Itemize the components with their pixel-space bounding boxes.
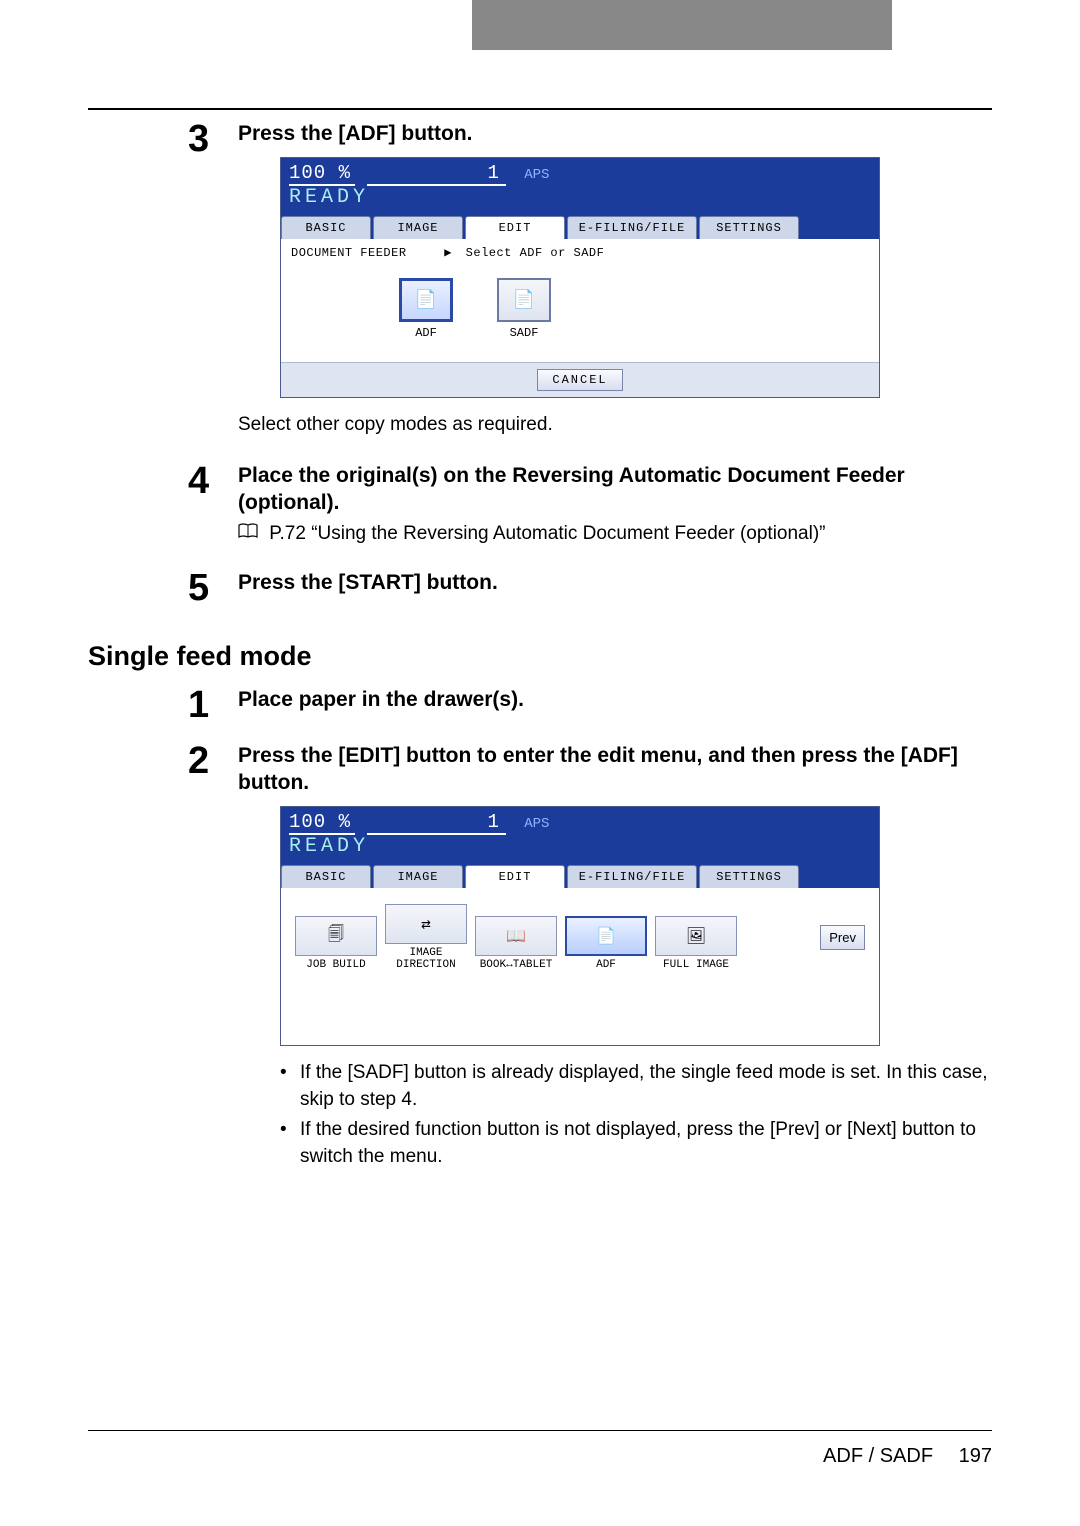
- cancel-bar: CANCEL: [281, 362, 879, 397]
- horizontal-rule: [88, 108, 992, 110]
- panel-status-bar: 100 % 1 APS READY: [281, 807, 879, 864]
- footer-rule: [88, 1430, 992, 1431]
- tab-settings[interactable]: SETTINGS: [699, 865, 799, 888]
- book-tablet-icon: 📖: [475, 916, 557, 956]
- status-text: READY: [289, 835, 871, 858]
- button-label: ADF: [391, 326, 461, 340]
- adf-button[interactable]: 📄 ADF: [565, 916, 647, 971]
- step-title: Place paper in the drawer(s).: [238, 686, 992, 713]
- book-icon: [238, 523, 258, 545]
- lcd-panel-edit: 100 % 1 APS READY BASIC IMAGE EDIT E-FIL…: [280, 806, 880, 1046]
- cancel-button[interactable]: CANCEL: [537, 369, 622, 391]
- image-direction-button[interactable]: ⇄ IMAGE DIRECTION: [385, 904, 467, 971]
- zoom-percent: 100: [289, 811, 326, 833]
- reference-line: P.72 “Using the Reversing Automatic Docu…: [238, 523, 992, 545]
- copy-count: 1: [487, 162, 499, 184]
- panel-status-bar: 100 % 1 APS READY: [281, 158, 879, 215]
- tab-row: BASIC IMAGE EDIT E-FILING/FILE SETTINGS: [281, 215, 879, 239]
- book-tablet-button[interactable]: 📖 BOOK↔TABLET: [475, 916, 557, 971]
- notes-list: If the [SADF] button is already displaye…: [280, 1060, 992, 1170]
- step-4: 4 Place the original(s) on the Reversing…: [88, 462, 992, 545]
- tab-basic[interactable]: BASIC: [281, 865, 371, 888]
- button-label: SADF: [489, 326, 559, 340]
- adf-icon: 📄: [565, 916, 647, 956]
- step-title: Press the [START] button.: [238, 569, 992, 596]
- zoom-percent: 100: [289, 162, 326, 184]
- breadcrumb: DOCUMENT FEEDER: [291, 246, 407, 260]
- step-number: 4: [188, 462, 232, 500]
- lcd-panel-adf: 100 % 1 APS READY BASIC IMAGE EDIT E-FIL…: [280, 157, 880, 398]
- button-label: BOOK↔TABLET: [475, 959, 557, 971]
- step-title: Press the [ADF] button.: [238, 120, 992, 147]
- step-b1: 1 Place paper in the drawer(s).: [88, 686, 992, 724]
- paper-mode: APS: [524, 167, 549, 183]
- tab-efiling[interactable]: E-FILING/FILE: [567, 865, 697, 888]
- panel-body: DOCUMENT FEEDER ▶ Select ADF or SADF 📄 A…: [281, 239, 879, 362]
- step-5: 5 Press the [START] button.: [88, 569, 992, 607]
- page-header: [0, 0, 1080, 50]
- breadcrumb-hint: Select ADF or SADF: [466, 246, 605, 260]
- percent-unit: %: [339, 162, 351, 184]
- step-b2: 2 Press the [EDIT] button to enter the e…: [88, 742, 992, 1175]
- job-build-button[interactable]: 🗐 JOB BUILD: [295, 916, 377, 971]
- footer-section: ADF / SADF: [823, 1445, 933, 1467]
- tab-edit[interactable]: EDIT: [465, 865, 565, 888]
- prev-button[interactable]: Prev: [820, 925, 865, 950]
- tab-settings[interactable]: SETTINGS: [699, 216, 799, 239]
- reference-text: P.72 “Using the Reversing Automatic Docu…: [269, 523, 825, 544]
- paper-mode: APS: [524, 816, 549, 832]
- percent-unit: %: [339, 811, 351, 833]
- chevron-right-icon: ▶: [444, 245, 452, 260]
- step-number: 2: [188, 742, 232, 780]
- step-3: 3 Press the [ADF] button. 100 % 1 APS RE…: [88, 120, 992, 438]
- tab-basic[interactable]: BASIC: [281, 216, 371, 239]
- list-item: If the desired function button is not di…: [280, 1117, 992, 1170]
- image-direction-icon: ⇄: [385, 904, 467, 944]
- panel-body: 🗐 JOB BUILD ⇄ IMAGE DIRECTION 📖 BOOK↔TAB…: [281, 888, 879, 1045]
- sadf-icon: 📄: [497, 278, 551, 322]
- tab-image[interactable]: IMAGE: [373, 216, 463, 239]
- header-dark-block: [472, 0, 892, 50]
- footer-page: 197: [959, 1445, 992, 1467]
- button-label: JOB BUILD: [295, 959, 377, 971]
- tab-row: BASIC IMAGE EDIT E-FILING/FILE SETTINGS: [281, 864, 879, 888]
- button-label: ADF: [565, 959, 647, 971]
- step-title: Place the original(s) on the Reversing A…: [238, 462, 992, 517]
- step-title: Press the [EDIT] button to enter the edi…: [238, 742, 992, 797]
- adf-icon: 📄: [399, 278, 453, 322]
- copy-count: 1: [487, 811, 499, 833]
- adf-button[interactable]: 📄 ADF: [391, 278, 461, 340]
- section-heading: Single feed mode: [88, 641, 992, 672]
- job-build-icon: 🗐: [295, 916, 377, 956]
- step-number: 3: [188, 120, 232, 158]
- button-label: IMAGE DIRECTION: [385, 947, 467, 971]
- tab-image[interactable]: IMAGE: [373, 865, 463, 888]
- full-image-icon: 🖼: [655, 916, 737, 956]
- tab-efiling[interactable]: E-FILING/FILE: [567, 216, 697, 239]
- status-text: READY: [289, 186, 871, 209]
- page-footer: ADF / SADF 197: [88, 1430, 992, 1468]
- list-item: If the [SADF] button is already displaye…: [280, 1060, 992, 1113]
- step-number: 5: [188, 569, 232, 607]
- full-image-button[interactable]: 🖼 FULL IMAGE: [655, 916, 737, 971]
- step-number: 1: [188, 686, 232, 724]
- button-label: FULL IMAGE: [655, 959, 737, 971]
- step-note: Select other copy modes as required.: [238, 412, 992, 438]
- tab-edit[interactable]: EDIT: [465, 216, 565, 239]
- sadf-button[interactable]: 📄 SADF: [489, 278, 559, 340]
- page-content: 3 Press the [ADF] button. 100 % 1 APS RE…: [88, 120, 992, 1175]
